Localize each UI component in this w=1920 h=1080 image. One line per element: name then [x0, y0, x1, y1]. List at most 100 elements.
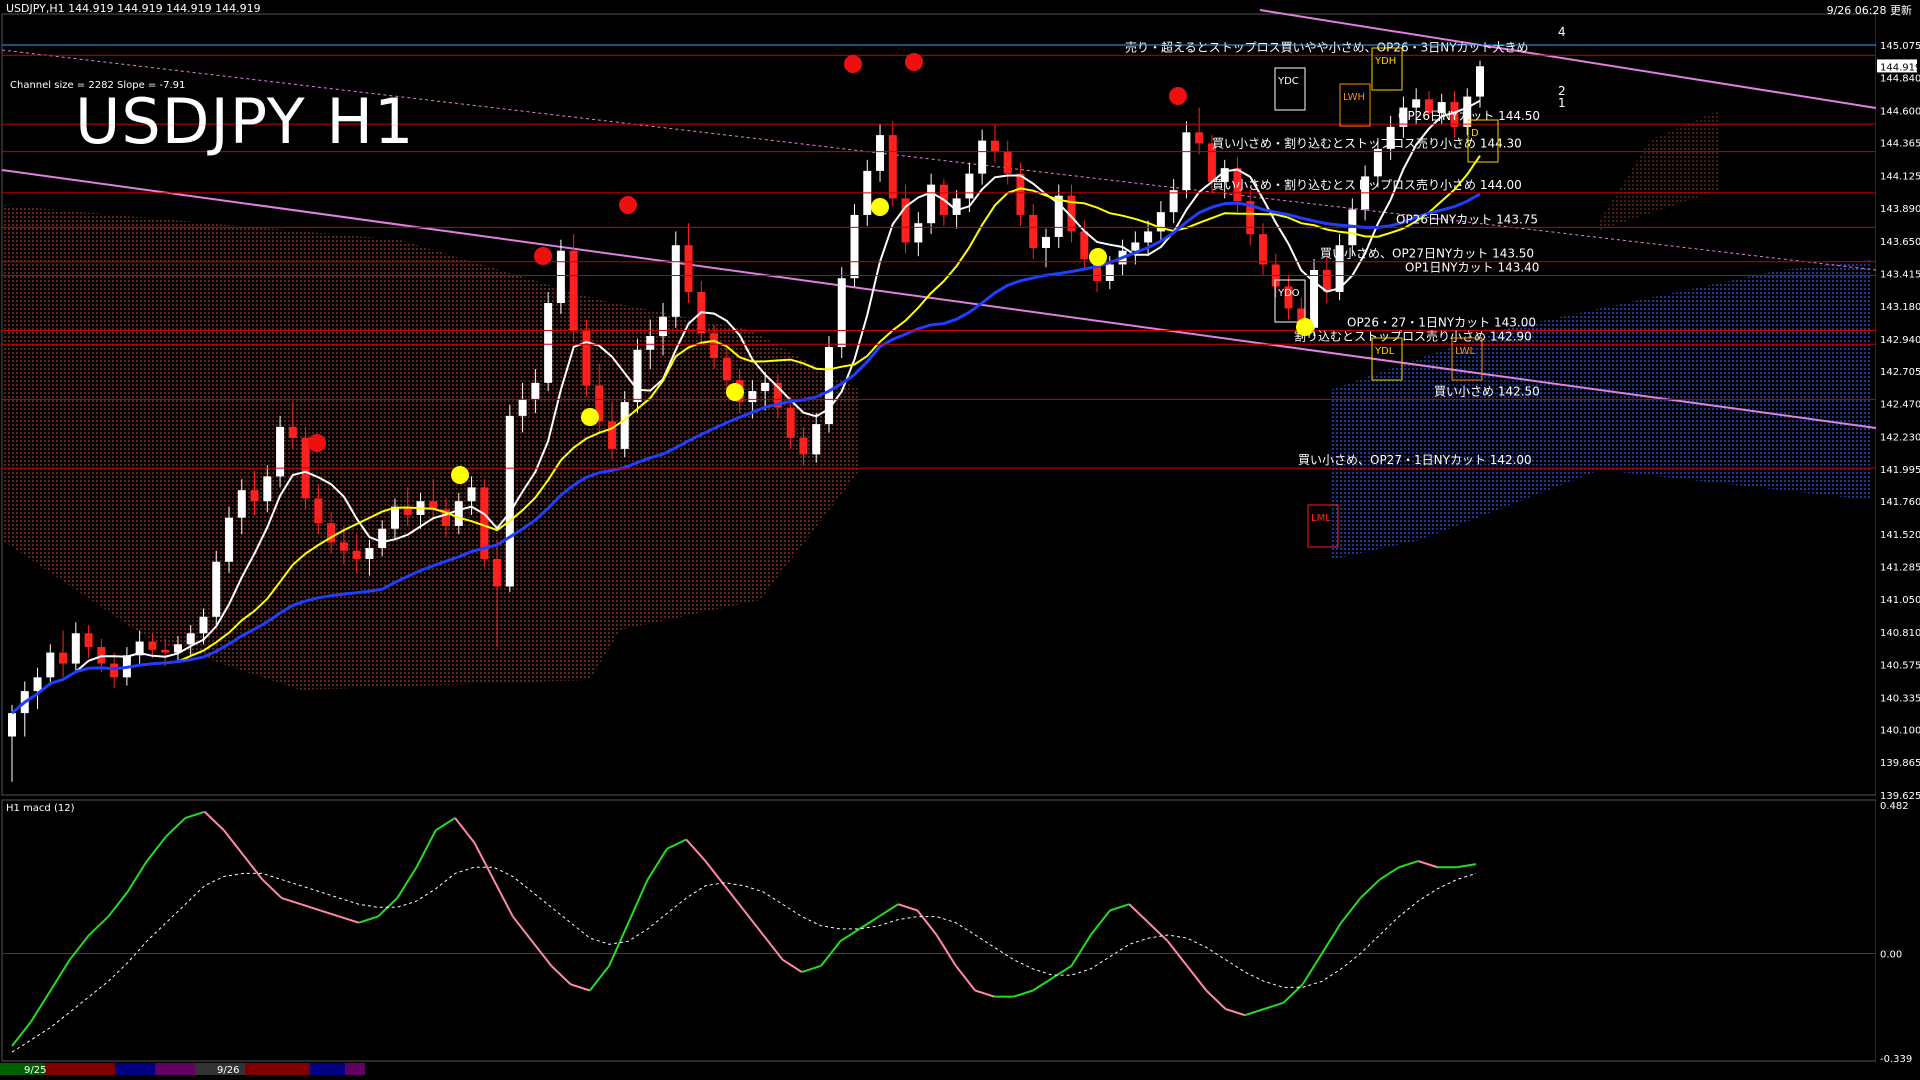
- fractal-down-marker: [534, 247, 552, 265]
- macd-signal-line: [11, 866, 1477, 1053]
- macd-tick-label: 0.482: [1880, 801, 1909, 812]
- price-tick-label: 144.365: [1880, 139, 1920, 150]
- candle-body: [1131, 242, 1140, 251]
- level-box-label: YDL: [1374, 346, 1395, 357]
- fractal-up-marker: [871, 198, 889, 216]
- price-tick-label: 144.840: [1880, 73, 1920, 84]
- macd-line-segment: [1128, 903, 1150, 924]
- fractal-down-marker: [905, 53, 923, 71]
- candle-body: [582, 330, 591, 386]
- candle-body: [569, 250, 578, 331]
- candle-body: [710, 333, 719, 359]
- macd-line-segment: [126, 860, 148, 893]
- candle-body: [748, 391, 757, 403]
- level-box-label: YDC: [1277, 76, 1299, 87]
- macd-line-segment: [878, 903, 899, 918]
- fractal-down-marker: [1169, 87, 1187, 105]
- candle-body: [965, 173, 974, 199]
- candle-body: [952, 198, 961, 215]
- candle-body: [888, 135, 897, 199]
- candle-body: [722, 358, 731, 381]
- macd-line-segment: [704, 860, 726, 887]
- macd-line-segment: [473, 842, 495, 881]
- candle-body: [824, 347, 833, 425]
- level-box-label: YDO: [1277, 288, 1300, 299]
- session-band: [155, 1063, 195, 1075]
- candle-body: [646, 336, 655, 350]
- macd-line-segment: [1379, 866, 1400, 881]
- candle-body: [365, 547, 374, 559]
- session-band: [245, 1063, 310, 1075]
- price-tick-label: 139.865: [1880, 758, 1920, 769]
- candle-body: [850, 214, 859, 279]
- fractal-up-marker: [581, 408, 599, 426]
- price-tick-label: 141.520: [1880, 530, 1920, 541]
- macd-line-segment: [69, 934, 90, 961]
- macd-line-segment: [781, 958, 803, 973]
- macd-line-segment: [801, 964, 822, 973]
- fractal-down-marker: [619, 196, 637, 214]
- candle-body: [1258, 234, 1267, 265]
- candle-body: [620, 402, 629, 449]
- macd-line-segment: [608, 922, 630, 967]
- candle-body: [633, 349, 642, 403]
- price-tick-label: 142.230: [1880, 432, 1920, 443]
- candle-body: [556, 250, 565, 304]
- macd-line-segment: [1013, 989, 1034, 998]
- candle-body: [1105, 264, 1114, 281]
- level-box-label: LML: [1311, 513, 1331, 524]
- price-level-label: OP26・27・1日NYカット 143.00: [1347, 316, 1536, 330]
- fractal-up-marker: [726, 383, 744, 401]
- price-tick-label: 141.995: [1880, 465, 1920, 476]
- candle-body: [71, 633, 80, 664]
- candle-body: [186, 633, 195, 645]
- candle-body: [84, 633, 93, 648]
- macd-line-segment: [897, 903, 918, 912]
- price-tick-label: 143.415: [1880, 269, 1920, 280]
- candle-body: [990, 140, 999, 152]
- price-tick-label: 144.125: [1880, 172, 1920, 183]
- date-label: 9/25: [24, 1065, 46, 1076]
- macd-line-segment: [1359, 878, 1381, 899]
- session-band: [115, 1063, 155, 1075]
- price-tick-label: 142.705: [1880, 367, 1920, 378]
- macd-line-segment: [165, 817, 187, 838]
- macd-line-segment: [358, 915, 379, 924]
- candle-body: [276, 426, 285, 477]
- candle-body: [799, 437, 808, 455]
- candle-body: [518, 399, 527, 416]
- candle-body: [263, 476, 272, 502]
- candle-body: [1182, 132, 1191, 191]
- chart-canvas[interactable]: 売り・超えるとストップロス買いやや小さめ、OP26・3日NYカット大きめ OP26…: [0, 0, 1920, 1080]
- ichimoku-cloud-future: [1600, 110, 1720, 230]
- price-tick-label: 141.285: [1880, 563, 1920, 574]
- price-level-label: OP1日NYカット 143.40: [1405, 260, 1539, 274]
- price-level-label: 買い小さめ、OP27日NYカット 143.50: [1320, 247, 1534, 261]
- macd-line-segment: [743, 909, 765, 936]
- macd-tick-label: -0.339: [1880, 1054, 1912, 1065]
- macd-line-segment: [261, 878, 283, 899]
- macd-line-segment: [396, 866, 418, 899]
- candle-body: [1169, 190, 1178, 213]
- level-box-label: D: [1471, 128, 1479, 139]
- ichimoku-cloud-red: [2, 205, 860, 690]
- macd-line-segment: [435, 817, 456, 832]
- candle-body: [761, 382, 770, 392]
- price-level-label: 買い小さめ 142.50: [1434, 384, 1540, 398]
- candle-body: [33, 677, 42, 692]
- macd-line-segment: [223, 829, 244, 856]
- candle-body: [8, 713, 16, 737]
- macd-line-segment: [415, 829, 437, 868]
- candle-body: [148, 641, 157, 650]
- candle-body: [390, 506, 399, 529]
- price-level-label: 割り込むとストップロス売り小さめ 142.90: [1294, 328, 1532, 343]
- macd-line-segment: [1089, 909, 1111, 936]
- level-box: [1339, 83, 1371, 127]
- macd-line-segment: [974, 989, 995, 998]
- candle-body: [927, 184, 936, 224]
- candle-body: [352, 550, 361, 559]
- macd-line-segment: [570, 983, 591, 992]
- price-tick-label: 144.600: [1880, 106, 1920, 117]
- macd-line-segment: [242, 854, 264, 881]
- price-tick-label: 143.650: [1880, 237, 1920, 248]
